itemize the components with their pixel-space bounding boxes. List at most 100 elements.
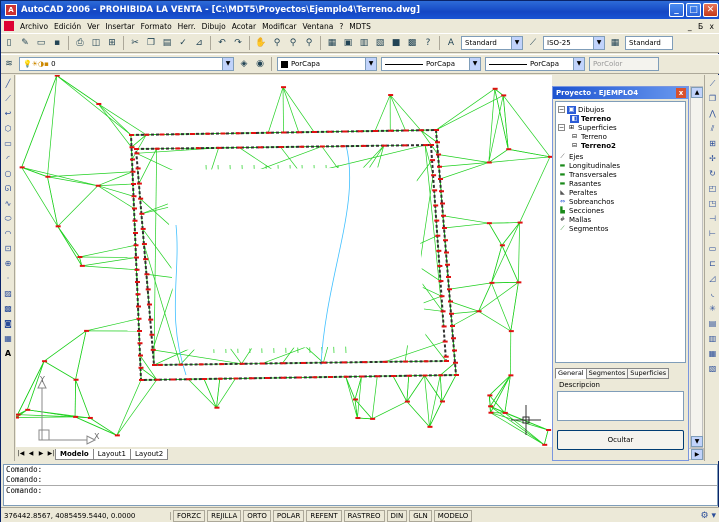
communication-center-icon[interactable]: ⚙ ▾ [701,511,716,521]
mirror-icon[interactable]: ⋀ [706,108,719,120]
zoom-window-icon[interactable]: ⚲ [286,36,300,50]
chevron-down-icon[interactable]: ▼ [573,58,584,70]
chamfer-icon[interactable]: ◿ [706,273,719,285]
layer-walk-icon[interactable]: ▦ [706,348,719,360]
hide-button[interactable]: Ocultar [557,430,684,450]
rectangle-icon[interactable]: ▭ [2,138,14,150]
close-icon[interactable]: x [676,88,686,98]
layer-isolate-icon[interactable]: ▥ [706,333,719,345]
scroll-right-icon[interactable]: ▶ [691,449,703,460]
scroll-down-icon[interactable]: ▼ [691,436,703,447]
menu-insertar[interactable]: Insertar [102,22,137,31]
tab-layout2[interactable]: Layout2 [130,448,169,460]
collapse-icon[interactable]: − [558,124,565,131]
prev-tab-icon[interactable]: ◀ [26,449,36,459]
tab-segmentos[interactable]: Segmentos [585,368,629,379]
toggle-forzc[interactable]: FORZC [173,509,206,522]
tool-palettes-icon[interactable]: ▥ [357,36,371,50]
menu-ver[interactable]: Ver [84,22,102,31]
preview-icon[interactable]: ◫ [89,36,103,50]
autocad-app-icon[interactable]: A [5,4,17,16]
chevron-down-icon[interactable]: ▼ [469,58,480,70]
tree-item-terreno2-surface[interactable]: ⊟ Terreno2 [570,141,616,150]
match-properties-icon[interactable]: ✓ [176,36,190,50]
layer-select[interactable]: 💡☀◑▪ 0 ▼ [19,57,234,71]
next-tab-icon[interactable]: ▶ [36,449,46,459]
paste-icon[interactable]: ▤ [160,36,174,50]
tree-item-mallas[interactable]: # Mallas [558,215,591,224]
explode-icon[interactable]: ✳ [706,303,719,315]
text-style-select[interactable]: Standard ▼ [461,36,523,50]
tree-item-longitudinales[interactable]: ▬ Longitudinales [558,161,620,170]
menu-edicion[interactable]: Edición [51,22,84,31]
tree-item-dibujos[interactable]: − ▣ Dibujos [558,105,604,114]
menu-mdts[interactable]: MDTS [346,22,374,31]
toggle-modelo[interactable]: MODELO [433,509,473,522]
new-icon[interactable]: ▯ [2,36,16,50]
gradient-icon[interactable]: ▩ [2,303,14,315]
toggle-rejilla[interactable]: REJILLA [207,509,242,522]
extend-icon[interactable]: ⊢ [706,228,719,240]
erase-icon[interactable]: ⟋ [706,78,719,90]
fillet-icon[interactable]: ◟ [706,288,719,300]
construction-line-icon[interactable]: ⟋ [2,93,14,105]
tab-layout1[interactable]: Layout1 [92,448,131,460]
dim-style-select[interactable]: ISO-25 ▼ [543,36,605,50]
layer-tools-icon[interactable]: ▤ [706,318,719,330]
lineweight-select[interactable]: PorCapa ▼ [485,57,585,71]
help-icon[interactable]: ? [421,36,435,50]
publish-icon[interactable]: ⊞ [105,36,119,50]
layer-match-icon[interactable]: ▧ [706,363,719,375]
polyline-icon[interactable]: ↩ [2,108,14,120]
layer-manager-icon[interactable]: ≋ [2,57,16,71]
point-icon[interactable]: · [2,273,14,285]
menu-help[interactable]: ? [336,22,346,31]
copy-icon[interactable]: ❐ [144,36,158,50]
color-select[interactable]: PorCapa ▼ [277,57,377,71]
block-editor-icon[interactable]: ⊿ [192,36,206,50]
tree-item-ejes[interactable]: ⟋ Ejes [558,152,583,161]
print-icon[interactable]: ⎙ [73,36,87,50]
offset-icon[interactable]: ⫽ [706,123,719,135]
markup-icon[interactable]: ■ [389,36,403,50]
command-input[interactable]: Comando: [4,485,717,495]
revision-cloud-icon[interactable]: ᘏ [2,183,14,195]
toggle-rastreo[interactable]: RASTREO [343,509,385,522]
array-icon[interactable]: ⊞ [706,138,719,150]
table-style-select[interactable]: Standard [625,36,673,50]
toggle-gln[interactable]: GLN [409,509,432,522]
menu-herr[interactable]: Herr. [175,22,199,31]
move-icon[interactable]: ✢ [706,153,719,165]
toggle-orto[interactable]: ORTO [243,509,271,522]
text-style-icon[interactable]: A [444,36,458,50]
tree-item-secciones[interactable]: ▙ Secciones [558,206,604,215]
coordinate-readout[interactable]: 376442.8567, 4085459.5440, 0.0000 [1,511,171,520]
layer-previous-icon[interactable]: ◉ [253,57,267,71]
tree-item-rasantes[interactable]: ▬ Rasantes [558,179,601,188]
region-icon[interactable]: ◙ [2,318,14,330]
maximize-button[interactable]: □ [686,3,701,17]
toggle-din[interactable]: DIN [386,509,408,522]
sheet-set-icon[interactable]: ▧ [373,36,387,50]
polygon-icon[interactable]: ⬡ [2,123,14,135]
tree-item-segmentos[interactable]: ⟋ Segmentos [558,224,608,233]
minimize-button[interactable]: _ [669,3,684,17]
toggle-refent[interactable]: REFENT [306,509,342,522]
open-icon[interactable]: ▭ [34,36,48,50]
properties-icon[interactable]: ▦ [325,36,339,50]
chevron-down-icon[interactable]: ▼ [593,37,604,49]
tab-general[interactable]: General [555,368,587,379]
chevron-down-icon[interactable]: ▼ [365,58,376,70]
hatch-icon[interactable]: ▨ [2,288,14,300]
arc-icon[interactable]: ◜ [2,153,14,165]
chevron-down-icon[interactable]: ▼ [511,37,522,49]
vertical-scrollbar[interactable]: ▲ ▼ [690,86,703,448]
pan-icon[interactable]: ✋ [254,36,268,50]
insert-block-icon[interactable]: ⊡ [2,243,14,255]
document-icon[interactable] [4,21,14,31]
chevron-down-icon[interactable]: ▼ [222,58,233,70]
menu-ventana[interactable]: Ventana [300,22,337,31]
dim-style-icon[interactable]: ⟋ [526,36,540,50]
qnew-icon[interactable]: ✎ [18,36,32,50]
ellipse-arc-icon[interactable]: ◠ [2,228,14,240]
